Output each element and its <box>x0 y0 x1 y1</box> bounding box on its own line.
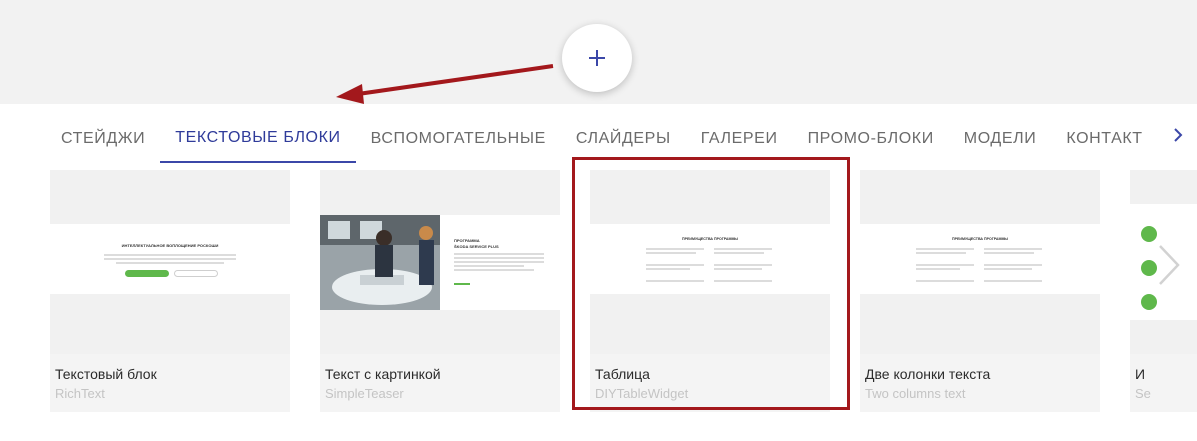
category-tabs: СТЕЙДЖИ ТЕКСТОВЫЕ БЛОКИ ВСПОМОГАТЕЛЬНЫЕ … <box>46 114 1158 164</box>
preview-secondary-button <box>174 270 218 277</box>
card-preview: ИНТЕЛЛЕКТУАЛЬНОЕ ВОПЛОЩЕНИЕ РОСКОШИ <box>50 170 290 354</box>
tab-galleries[interactable]: ГАЛЕРЕИ <box>686 114 793 163</box>
card-title: Текстовый блок <box>55 366 157 382</box>
card-preview: ПРОГРАММА ŠKODA SERVICE PLUS <box>320 170 560 354</box>
block-card-two-columns-text[interactable]: ПРЕИМУЩЕСТВА ПРОГРАММЫ Две колонки текст… <box>860 170 1100 412</box>
block-card-partial[interactable]: И Se <box>1130 170 1197 412</box>
card-title: Две колонки текста <box>865 366 991 382</box>
block-card-simpleteaser[interactable]: ПРОГРАММА ŠKODA SERVICE PLUS Текст с кар… <box>320 170 560 412</box>
card-title: И <box>1135 366 1146 382</box>
preview-primary-button <box>125 270 169 277</box>
tabs-scroll-right-button[interactable] <box>1158 118 1197 152</box>
plus-icon <box>589 50 605 66</box>
add-block-button[interactable] <box>562 24 632 92</box>
card-title: Текст с картинкой <box>325 366 441 382</box>
card-preview: ПРЕИМУЩЕСТВА ПРОГРАММЫ <box>590 170 830 354</box>
preview-subheading: ŠKODA SERVICE PLUS <box>454 244 499 249</box>
preview-heading: ПРЕИМУЩЕСТВА ПРОГРАММЫ <box>952 237 1008 241</box>
block-card-diytablewidget[interactable]: ПРЕИМУЩЕСТВА ПРОГРАММЫ Таблица DIYTableW… <box>590 170 830 412</box>
chevron-right-icon <box>1173 128 1182 142</box>
card-title: Таблица <box>595 366 650 382</box>
preview-heading: ПРОГРАММА <box>454 238 480 243</box>
tab-promo-blocks[interactable]: ПРОМО-БЛОКИ <box>793 114 949 163</box>
preview-heading: ИНТЕЛЛЕКТУАЛЬНОЕ ВОПЛОЩЕНИЕ РОСКОШИ <box>121 243 219 248</box>
card-subtitle: SimpleTeaser <box>325 386 404 401</box>
card-subtitle: RichText <box>55 386 105 401</box>
tab-auxiliary[interactable]: ВСПОМОГАТЕЛЬНЫЕ <box>356 114 561 163</box>
tab-text-blocks[interactable]: ТЕКСТОВЫЕ БЛОКИ <box>160 114 356 163</box>
preview-heading: ПРЕИМУЩЕСТВА ПРОГРАММЫ <box>682 237 738 241</box>
preview-photo <box>320 215 440 310</box>
card-subtitle: Two columns text <box>865 386 966 401</box>
card-preview: ПРЕИМУЩЕСТВА ПРОГРАММЫ <box>860 170 1100 354</box>
preview-check-icon <box>1141 294 1157 310</box>
card-subtitle: Se <box>1135 386 1151 401</box>
card-subtitle: DIYTableWidget <box>595 386 689 401</box>
tab-models[interactable]: МОДЕЛИ <box>949 114 1052 163</box>
chevron-right-icon <box>1159 245 1180 285</box>
tab-sliders[interactable]: СЛАЙДЕРЫ <box>561 114 686 163</box>
block-card-richtext[interactable]: ИНТЕЛЛЕКТУАЛЬНОЕ ВОПЛОЩЕНИЕ РОСКОШИ Текс… <box>50 170 290 412</box>
carousel-next-button[interactable] <box>1150 240 1190 290</box>
tab-stages[interactable]: СТЕЙДЖИ <box>46 114 160 163</box>
tab-contacts[interactable]: КОНТАКТ <box>1051 114 1157 163</box>
